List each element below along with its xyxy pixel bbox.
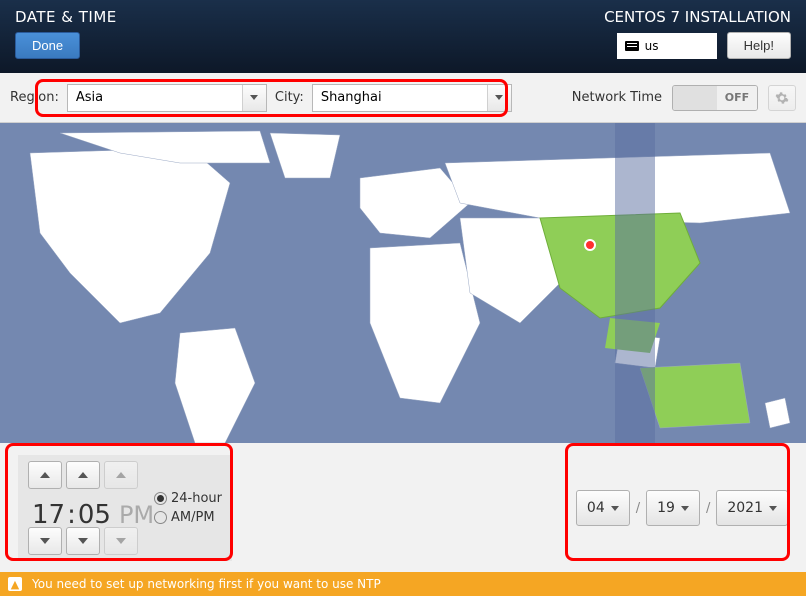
ntp-settings-button[interactable] <box>768 85 796 111</box>
month-dropdown[interactable]: 04 <box>576 490 630 526</box>
date-separator: / <box>636 501 640 516</box>
header-bar: DATE & TIME Done CENTOS 7 INSTALLATION u… <box>0 0 806 73</box>
radio-ampm-label: AM/PM <box>171 510 215 525</box>
region-label: Region: <box>10 90 59 105</box>
hour-down-button[interactable] <box>28 527 62 555</box>
warning-icon: ▲ <box>8 577 22 591</box>
status-bar: ▲ You need to set up networking first if… <box>0 572 806 596</box>
year-value: 2021 <box>727 500 763 516</box>
day-value: 19 <box>657 500 675 516</box>
chevron-up-icon <box>40 472 50 478</box>
region-combobox[interactable]: Asia <box>67 84 267 112</box>
chevron-up-icon <box>116 472 126 478</box>
time-format-radio-group: 24-hour AM/PM <box>154 491 222 525</box>
bottom-panel: 17 : 05 PM 24-hour AM/PM 04 / 19 / <box>0 443 806 573</box>
minute-up-button[interactable] <box>66 461 100 489</box>
city-value: Shanghai <box>321 90 382 105</box>
chevron-down-icon <box>769 506 777 511</box>
city-combobox[interactable]: Shanghai <box>312 84 512 112</box>
radio-icon <box>154 492 167 505</box>
date-separator: / <box>706 501 710 516</box>
toolbar: Region: Asia City: Shanghai Network Time… <box>0 73 806 123</box>
chevron-up-icon <box>78 472 88 478</box>
keyboard-layout-label: us <box>645 39 659 53</box>
help-button[interactable]: Help! <box>727 32 791 59</box>
ampm-value: PM <box>119 501 154 529</box>
keyboard-icon <box>625 41 639 51</box>
hour-value: 17 <box>32 500 65 530</box>
chevron-down-icon <box>611 506 619 511</box>
chevron-down-icon <box>487 85 511 111</box>
timezone-map[interactable] <box>0 123 806 443</box>
done-button[interactable]: Done <box>15 32 80 59</box>
page-title: DATE & TIME <box>15 8 117 26</box>
ampm-up-button[interactable] <box>104 461 138 489</box>
chevron-down-icon <box>40 538 50 544</box>
keyboard-layout-indicator[interactable]: us <box>617 33 717 59</box>
radio-24hour-label: 24-hour <box>171 491 222 506</box>
location-marker <box>585 240 595 250</box>
chevron-down-icon <box>242 85 266 111</box>
status-message: You need to set up networking first if y… <box>32 577 381 591</box>
month-value: 04 <box>587 500 605 516</box>
radio-24hour[interactable]: 24-hour <box>154 491 222 506</box>
radio-icon <box>154 511 167 524</box>
world-map-svg <box>0 123 806 443</box>
date-setter: 04 / 19 / 2021 <box>576 455 788 561</box>
radio-ampm[interactable]: AM/PM <box>154 510 222 525</box>
installer-title: CENTOS 7 INSTALLATION <box>604 8 791 26</box>
network-time-label: Network Time <box>572 90 662 105</box>
day-dropdown[interactable]: 19 <box>646 490 700 526</box>
toggle-state-label: OFF <box>717 86 757 110</box>
time-setter: 17 : 05 PM 24-hour AM/PM <box>18 455 232 561</box>
network-time-toggle[interactable]: OFF <box>672 85 758 111</box>
minute-down-button[interactable] <box>66 527 100 555</box>
year-dropdown[interactable]: 2021 <box>716 490 788 526</box>
minute-value: 05 <box>78 500 111 530</box>
chevron-down-icon <box>78 538 88 544</box>
chevron-down-icon <box>681 506 689 511</box>
region-value: Asia <box>76 90 103 105</box>
hour-up-button[interactable] <box>28 461 62 489</box>
ampm-down-button[interactable] <box>104 527 138 555</box>
chevron-down-icon <box>116 538 126 544</box>
city-label: City: <box>275 90 304 105</box>
time-colon: : <box>67 500 76 530</box>
gear-icon <box>775 91 789 105</box>
